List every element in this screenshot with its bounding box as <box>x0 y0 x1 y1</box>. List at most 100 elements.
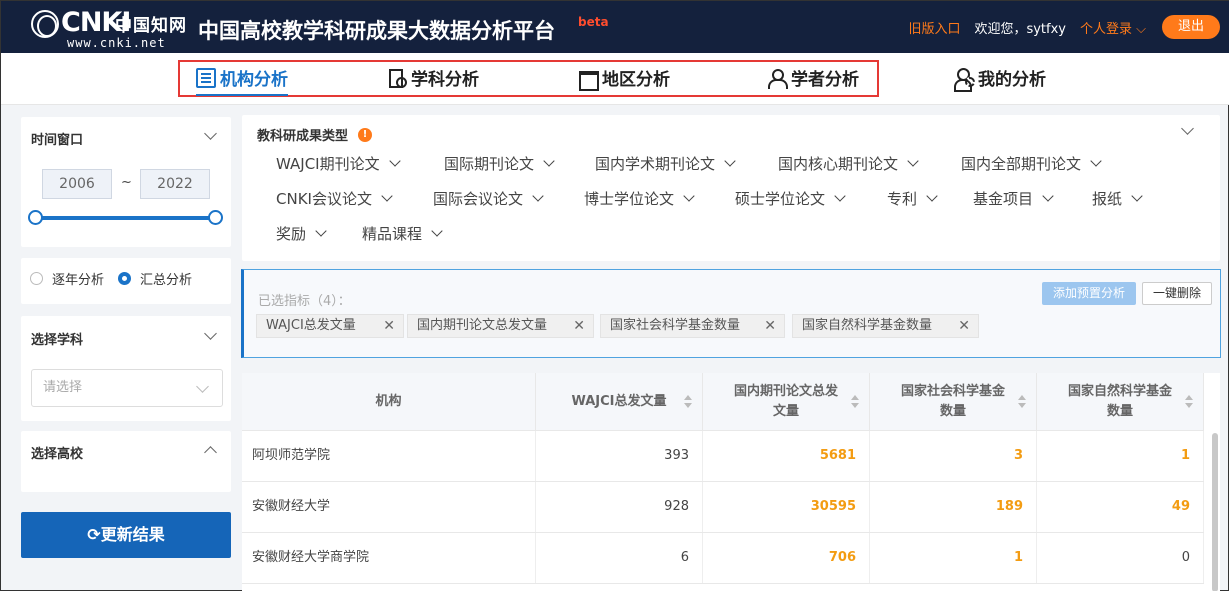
results-table: 机构 WAJCI总发文量 国内期刊论文总发文量 国家社会科学基金数量 国家自然科学基金数… <box>242 373 1220 591</box>
selected-indicators-panel: 已选指标（4）： 添加预置分析 一键删除 WAJCI总发文量 ✕ 国内期刊论文总发文… <box>241 269 1221 358</box>
column-header-1[interactable]: WAJCI总发文量 <box>536 373 703 431</box>
old-version-link[interactable]: 旧版入口 <box>908 18 960 37</box>
result-type-7[interactable]: 博士学位论文 <box>584 188 695 209</box>
sort-icon[interactable] <box>1185 395 1193 409</box>
chevron-down-icon <box>431 224 443 237</box>
chevron-down-icon <box>724 154 736 167</box>
update-results-button[interactable]: ⟳更新结果 <box>21 512 231 558</box>
result-type-9[interactable]: 专利 <box>887 188 938 209</box>
radio-icon <box>30 272 43 285</box>
result-type-label: 报纸 <box>1092 190 1123 208</box>
cnki-logo[interactable]: CNKI 中国知网 www.cnki.net <box>31 7 191 50</box>
value-cell: 393 <box>536 431 703 481</box>
column-header-0: 机构 <box>242 373 536 431</box>
end-year-input[interactable]: 2022 <box>140 169 210 199</box>
column-header-label: 国家社会科学基金数量 <box>900 383 1005 419</box>
top-header: CNKI 中国知网 www.cnki.net 中国高校教学科研成果大数据分析平台… <box>1 1 1229 53</box>
radio-checked-icon <box>118 272 131 285</box>
sort-icon[interactable] <box>684 395 692 409</box>
vertical-scrollbar[interactable] <box>1212 433 1218 591</box>
radio-label: 汇总分析 <box>140 273 193 288</box>
logo-chinese-name: 中国知网 <box>115 16 187 36</box>
year-range-slider[interactable] <box>35 216 215 220</box>
table-row[interactable]: 阿坝师范学院 393 5681 3 1 <box>242 431 1204 482</box>
result-type-8[interactable]: 硕士学位论文 <box>735 188 846 209</box>
selected-indicators-label: 已选指标（4）： <box>258 294 351 309</box>
result-type-label: 奖励 <box>276 225 307 243</box>
column-header-3[interactable]: 国家社会科学基金数量 <box>870 373 1037 431</box>
institution-name-cell: 阿坝师范学院 <box>242 431 536 481</box>
value-cell: 30595 <box>703 482 870 532</box>
result-type-label: 国际会议论文 <box>433 190 524 208</box>
subject-select[interactable]: 请选择 <box>31 369 223 407</box>
column-header-4[interactable]: 国家自然科学基金数量 <box>1037 373 1204 431</box>
institution-name-cell: 安徽财经大学商学院 <box>242 533 536 583</box>
tab-scholar-analysis[interactable]: 学者分析 <box>767 65 859 90</box>
result-type-4[interactable]: 国内全部期刊论文 <box>961 153 1102 174</box>
column-header-label: 机构 <box>375 393 402 409</box>
personal-login-dropdown[interactable]: 个人登录 ⌵ <box>1080 18 1146 37</box>
result-type-3[interactable]: 国内核心期刊论文 <box>778 153 919 174</box>
radio-summary-analysis[interactable]: 汇总分析 <box>118 269 192 288</box>
indicator-chip-label: WAJCI总发文量 <box>266 318 356 333</box>
result-type-11[interactable]: 报纸 <box>1092 188 1143 209</box>
value-cell: 0 <box>1037 533 1204 583</box>
close-icon[interactable]: ✕ <box>383 315 395 337</box>
delete-all-button[interactable]: 一键删除 <box>1142 282 1212 305</box>
sort-icon[interactable] <box>1018 395 1026 409</box>
tab-region-analysis[interactable]: 地区分析 <box>578 65 670 91</box>
chevron-down-icon[interactable] <box>204 327 217 340</box>
value-cell: 189 <box>870 482 1037 532</box>
tab-label: 地区分析 <box>602 70 670 90</box>
result-type-label: 博士学位论文 <box>584 190 675 208</box>
chevron-up-icon[interactable] <box>204 446 217 459</box>
result-type-1[interactable]: 国际期刊论文 <box>444 153 555 174</box>
tab-institution-analysis[interactable]: 机构分析 <box>196 65 288 96</box>
result-type-10[interactable]: 基金项目 <box>973 188 1054 209</box>
slider-start-handle[interactable] <box>28 210 43 225</box>
sort-icon[interactable] <box>851 395 859 409</box>
warning-icon[interactable]: ! <box>358 127 373 142</box>
add-preset-analysis-button[interactable]: 添加预置分析 <box>1042 282 1136 305</box>
value-cell: 1 <box>1037 431 1204 481</box>
slider-end-handle[interactable] <box>208 210 223 225</box>
chevron-down-icon <box>926 189 938 202</box>
close-icon[interactable]: ✕ <box>958 315 970 337</box>
user-gear-icon <box>954 67 975 92</box>
chevron-down-icon[interactable] <box>204 127 217 140</box>
globe-icon <box>31 10 59 38</box>
start-year-input[interactable]: 2006 <box>42 169 112 199</box>
result-types-title-text: 教科研成果类型 <box>257 129 349 144</box>
result-type-label: 国际期刊论文 <box>444 155 535 173</box>
collapse-chevron-icon[interactable] <box>1181 122 1194 135</box>
tab-my-analysis[interactable]: 我的分析 <box>954 65 1046 92</box>
result-type-12[interactable]: 奖励 <box>276 223 327 244</box>
chevron-down-icon <box>907 154 919 167</box>
tab-subject-analysis[interactable]: 学科分析 <box>387 65 479 90</box>
chevron-down-icon <box>543 154 555 167</box>
school-panel: 选择高校 <box>21 431 231 492</box>
table-row[interactable]: 安徽财经大学商学院 6 706 1 0 <box>242 533 1204 584</box>
value-cell: 3 <box>870 431 1037 481</box>
logout-button[interactable]: 退出 <box>1162 15 1220 39</box>
chevron-down-icon <box>315 224 327 237</box>
close-icon[interactable]: ✕ <box>764 315 776 337</box>
column-header-label: WAJCI总发文量 <box>571 393 667 409</box>
table-row[interactable]: 安徽财经大学 928 30595 189 49 <box>242 482 1204 533</box>
result-type-13[interactable]: 精品课程 <box>362 223 443 244</box>
indicator-chip: 国内期刊论文总发文量 ✕ <box>407 314 594 338</box>
result-type-6[interactable]: 国际会议论文 <box>433 188 544 209</box>
tab-label: 机构分析 <box>220 70 288 90</box>
close-icon[interactable]: ✕ <box>573 315 585 337</box>
time-window-title: 时间窗口 <box>31 133 84 148</box>
column-header-2[interactable]: 国内期刊论文总发文量 <box>703 373 870 431</box>
result-type-label: 国内核心期刊论文 <box>778 155 899 173</box>
result-type-label: 国内全部期刊论文 <box>961 155 1082 173</box>
result-type-label: WAJCI期刊论文 <box>276 155 380 173</box>
result-type-0[interactable]: WAJCI期刊论文 <box>276 153 401 174</box>
result-type-2[interactable]: 国内学术期刊论文 <box>595 153 736 174</box>
result-type-5[interactable]: CNKI会议论文 <box>276 188 393 209</box>
value-cell: 928 <box>536 482 703 532</box>
chevron-down-icon <box>532 189 544 202</box>
radio-yearly-analysis[interactable]: 逐年分析 <box>30 269 104 288</box>
